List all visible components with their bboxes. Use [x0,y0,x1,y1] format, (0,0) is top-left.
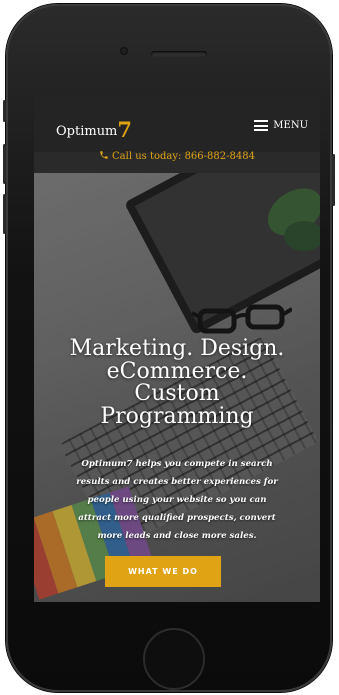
power-button [332,154,335,206]
call-link[interactable]: Call us today: 866-882-8484 [34,150,320,162]
screen: Optimum7 MENU Call us today: 866-882-848… [34,94,320,602]
headline-line: Custom [134,381,220,406]
home-button[interactable] [143,628,205,690]
description-line: results and creates better experiences f… [76,477,278,487]
volume-down-button [3,194,6,234]
logo-number: 7 [117,117,133,142]
description-line: people using your website so you can [87,495,267,505]
menu-button[interactable]: MENU [254,120,308,131]
hamburger-icon [254,120,269,131]
site-header: Optimum7 MENU [34,94,320,152]
phone-icon [100,151,108,159]
call-text: Call us today: 866-882-8484 [112,151,255,162]
what-we-do-button[interactable]: WHAT WE DO [105,556,221,587]
description-line: more leads and close more sales. [97,531,257,541]
front-camera [120,47,128,55]
volume-up-button [3,144,6,184]
headline-line: eCommerce. [106,358,248,384]
hero-description: Optimum7 helps you compete in search res… [44,455,310,545]
headline-line: Programming [100,403,254,429]
headline-line: Marketing. Design. [69,336,285,361]
description-line: Optimum7 helps you compete in search [81,459,273,469]
description-line: attract more qualified prospects, conver… [78,513,276,523]
logo-wordmark: Optimum [56,124,118,139]
menu-label: MENU [273,120,308,131]
silent-switch [3,100,6,122]
site-logo[interactable]: Optimum7 [56,115,133,142]
hero-headline: Marketing. Design. eCommerce. Custom Pro… [34,336,320,429]
hero-section: Marketing. Design. eCommerce. Custom Pro… [34,173,320,602]
earpiece-speaker [151,51,207,57]
